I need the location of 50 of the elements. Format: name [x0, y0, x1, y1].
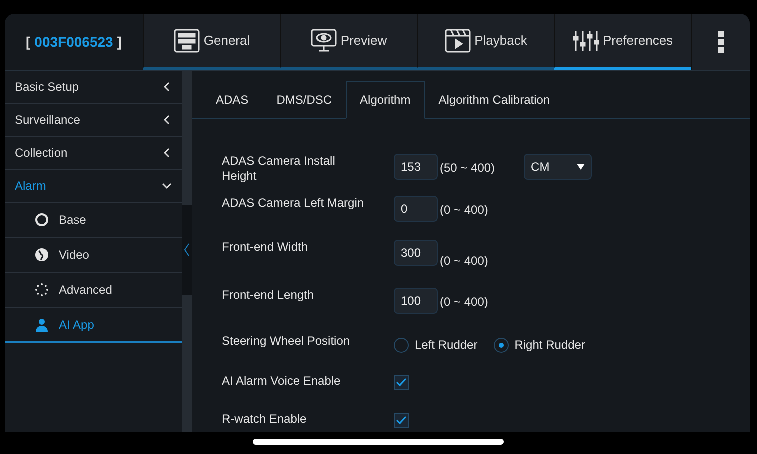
- nav-tab[interactable]: Preferences: [554, 14, 691, 70]
- number-field[interactable]: 0: [394, 196, 438, 222]
- number-field[interactable]: 100: [394, 288, 438, 314]
- field-label: R-watch Enable: [222, 412, 308, 427]
- sub-tab[interactable]: Algorithm: [346, 81, 425, 119]
- globe-icon: [35, 248, 49, 262]
- bracket: [: [26, 32, 31, 52]
- range-hint: (0 ~ 400): [440, 253, 488, 270]
- sub-tab[interactable]: ADAS: [202, 81, 263, 119]
- caret-down-icon: [577, 164, 586, 170]
- check-icon: [396, 378, 407, 387]
- grid-icon: [174, 28, 200, 52]
- range-hint: (0 ~ 400): [440, 202, 488, 219]
- field-label: AI Alarm Voice Enable: [222, 374, 342, 389]
- bracket: ]: [117, 32, 122, 52]
- person-icon: [35, 318, 49, 332]
- chevron-left-icon: [162, 82, 172, 92]
- unit-dropdown[interactable]: CM: [524, 154, 592, 180]
- radio-option[interactable]: Right Rudder: [494, 336, 586, 354]
- nav-tab[interactable]: Preview: [280, 14, 417, 70]
- field-label: Steering Wheel Position: [222, 334, 352, 349]
- nav-tab[interactable]: Playback: [417, 14, 554, 70]
- clapper-icon: [444, 28, 471, 52]
- collapse-handle[interactable]: [182, 205, 192, 295]
- number-field[interactable]: 300: [394, 240, 438, 266]
- radio-button[interactable]: [394, 338, 409, 352]
- radio-button[interactable]: [494, 338, 509, 352]
- monitor-eye-icon: [310, 28, 337, 52]
- dotted-circle-icon: [35, 283, 49, 297]
- sliders-icon: [572, 28, 599, 52]
- checkbox[interactable]: [394, 413, 409, 428]
- field-label: ADAS Camera Install Height: [222, 154, 336, 184]
- circle-icon: [35, 213, 49, 227]
- chevron-left-icon: [162, 148, 172, 158]
- more-icon: [718, 31, 724, 53]
- sub-tab[interactable]: DMS/DSC: [262, 81, 346, 119]
- chevron-left-icon: [184, 243, 190, 257]
- sub-tab[interactable]: Algorithm Calibration: [424, 81, 564, 119]
- chevron-down-icon: [162, 181, 172, 191]
- field-label: ADAS Camera Left Margin: [222, 196, 366, 211]
- field-label: Front-end Width: [222, 240, 310, 255]
- field-label: Front-end Length: [222, 288, 316, 303]
- number-field[interactable]: 153: [394, 154, 438, 180]
- range-hint: (50 ~ 400): [440, 160, 496, 177]
- chevron-left-icon: [162, 115, 172, 125]
- radio-option[interactable]: Left Rudder: [394, 336, 478, 354]
- check-icon: [396, 416, 407, 425]
- range-hint: (0 ~ 400): [440, 294, 488, 311]
- device-id: 003F006523: [34, 32, 114, 52]
- checkbox[interactable]: [394, 375, 409, 390]
